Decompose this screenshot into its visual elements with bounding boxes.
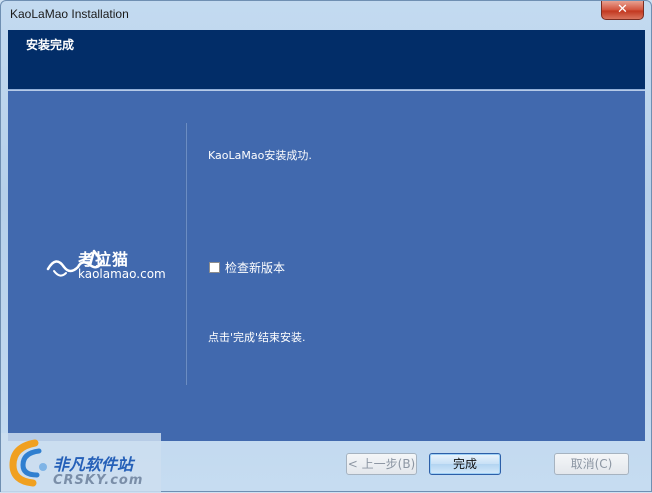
crsky-logo-icon (9, 439, 47, 487)
watermark: 非凡软件站 CRSKY.com (1, 433, 161, 493)
cancel-button[interactable]: 取消(C) (554, 453, 629, 475)
close-icon: ✕ (617, 2, 628, 17)
finish-hint: 点击'完成'结束安装. (208, 331, 306, 344)
vertical-divider (185, 123, 187, 385)
title-bar[interactable]: KaoLaMao Installation ✕ (1, 1, 651, 29)
content-panel: 考拉猫 kaolamao.com KaoLaMao安装成功. 检查新版本 点击'… (8, 91, 645, 441)
watermark-name-en: CRSKY.com (53, 473, 144, 488)
close-button[interactable]: ✕ (601, 1, 644, 20)
check-updates-checkbox[interactable] (209, 261, 220, 273)
watermark-name-cn: 非凡软件站 (53, 455, 134, 474)
header-banner: 安装完成 (8, 30, 645, 89)
window-title: KaoLaMao Installation (10, 7, 129, 21)
page-title: 安装完成 (26, 38, 75, 52)
back-button[interactable]: < 上一步(B) (346, 453, 417, 475)
check-updates-label[interactable]: 检查新版本 (225, 259, 285, 276)
success-message: KaoLaMao安装成功. (208, 149, 312, 162)
logo-domain: kaolamao.com (78, 267, 166, 281)
check-updates-option[interactable]: 检查新版本 (209, 259, 285, 275)
finish-button[interactable]: 完成 (429, 453, 501, 475)
installer-window: KaoLaMao Installation ✕ 安装完成 考拉猫 kaolama… (0, 0, 652, 493)
